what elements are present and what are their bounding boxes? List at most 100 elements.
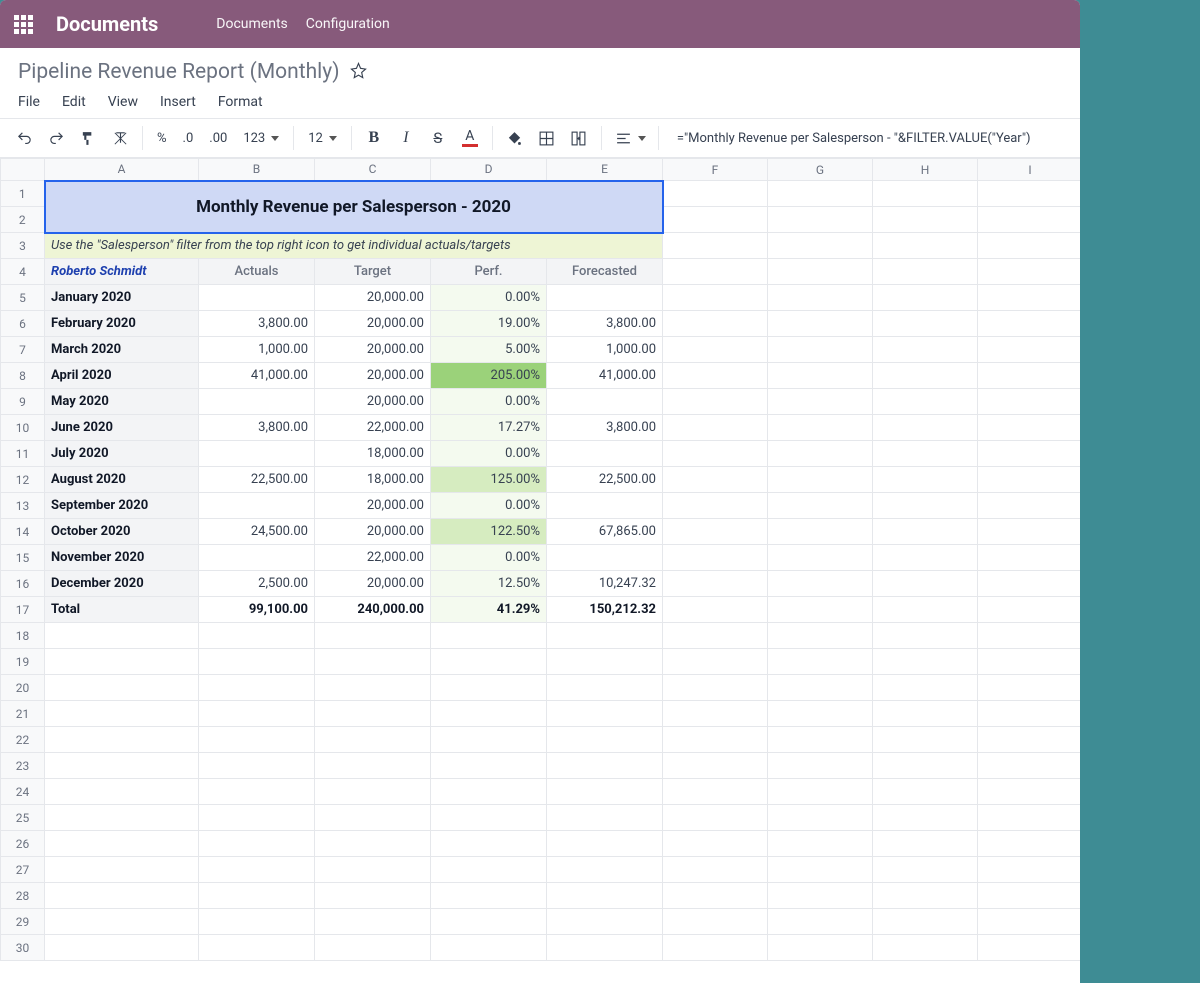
paint-format-icon[interactable]	[74, 123, 102, 153]
cell[interactable]	[873, 831, 978, 857]
row-header[interactable]: 13	[1, 493, 45, 519]
cell[interactable]	[978, 311, 1081, 337]
cell[interactable]	[768, 805, 873, 831]
cell[interactable]	[199, 727, 315, 753]
col-header[interactable]: A	[45, 159, 199, 181]
cell[interactable]: 3,800.00	[199, 311, 315, 337]
cell[interactable]: 22,000.00	[315, 545, 431, 571]
cell[interactable]	[768, 233, 873, 259]
cell[interactable]	[768, 909, 873, 935]
cell[interactable]: 18,000.00	[315, 467, 431, 493]
text-color-icon[interactable]: A	[456, 123, 484, 153]
cell[interactable]	[199, 285, 315, 311]
row-header[interactable]: 6	[1, 311, 45, 337]
cell[interactable]	[663, 753, 768, 779]
cell[interactable]	[978, 805, 1081, 831]
menu-edit[interactable]: Edit	[62, 94, 86, 110]
borders-icon[interactable]	[533, 123, 561, 153]
cell[interactable]	[45, 935, 199, 961]
decrease-decimal-button[interactable]: .0	[177, 131, 200, 146]
cell[interactable]	[978, 467, 1081, 493]
cell[interactable]	[547, 805, 663, 831]
corner-cell[interactable]	[1, 159, 45, 181]
cell[interactable]	[978, 285, 1081, 311]
cell[interactable]	[768, 285, 873, 311]
cell[interactable]	[315, 857, 431, 883]
cell[interactable]	[873, 441, 978, 467]
cell[interactable]	[547, 545, 663, 571]
cell[interactable]: 41,000.00	[199, 363, 315, 389]
cell[interactable]: 41.29%	[431, 597, 547, 623]
cell[interactable]: 150,212.32	[547, 597, 663, 623]
cell[interactable]	[873, 415, 978, 441]
cell[interactable]	[663, 207, 768, 233]
row-header[interactable]: 16	[1, 571, 45, 597]
cell[interactable]: Perf.	[431, 259, 547, 285]
cell[interactable]	[199, 753, 315, 779]
cell[interactable]: 240,000.00	[315, 597, 431, 623]
cell[interactable]	[978, 545, 1081, 571]
cell[interactable]	[199, 935, 315, 961]
cell[interactable]	[978, 389, 1081, 415]
cell[interactable]	[978, 337, 1081, 363]
cell[interactable]	[199, 831, 315, 857]
cell[interactable]	[768, 623, 873, 649]
cell[interactable]: 10,247.32	[547, 571, 663, 597]
cell[interactable]	[873, 259, 978, 285]
cell[interactable]	[978, 883, 1081, 909]
cell[interactable]	[978, 441, 1081, 467]
cell[interactable]: Roberto Schmidt	[45, 259, 199, 285]
italic-icon[interactable]: I	[392, 123, 420, 153]
cell[interactable]	[768, 597, 873, 623]
cell[interactable]	[547, 389, 663, 415]
cell[interactable]	[547, 831, 663, 857]
cell[interactable]: 20,000.00	[315, 389, 431, 415]
cell[interactable]	[768, 181, 873, 207]
cell[interactable]: Target	[315, 259, 431, 285]
cell[interactable]	[768, 493, 873, 519]
cell[interactable]: June 2020	[45, 415, 199, 441]
cell[interactable]	[45, 831, 199, 857]
cell[interactable]: 1,000.00	[199, 337, 315, 363]
cell[interactable]	[873, 285, 978, 311]
cell[interactable]	[873, 311, 978, 337]
cell[interactable]	[199, 675, 315, 701]
cell[interactable]	[663, 649, 768, 675]
cell[interactable]	[768, 467, 873, 493]
row-header[interactable]: 18	[1, 623, 45, 649]
cell[interactable]	[431, 753, 547, 779]
cell[interactable]	[663, 805, 768, 831]
cell[interactable]	[431, 623, 547, 649]
menu-insert[interactable]: Insert	[160, 94, 196, 110]
cell[interactable]	[873, 467, 978, 493]
cell[interactable]	[663, 675, 768, 701]
row-header[interactable]: 5	[1, 285, 45, 311]
row-header[interactable]: 29	[1, 909, 45, 935]
cell[interactable]	[315, 935, 431, 961]
cell[interactable]	[978, 649, 1081, 675]
cell[interactable]	[663, 909, 768, 935]
cell[interactable]	[768, 311, 873, 337]
cell[interactable]	[768, 519, 873, 545]
cell[interactable]	[663, 727, 768, 753]
cell[interactable]	[663, 181, 768, 207]
cell[interactable]	[873, 805, 978, 831]
cell[interactable]	[873, 675, 978, 701]
cell[interactable]: May 2020	[45, 389, 199, 415]
nav-link-documents[interactable]: Documents	[216, 16, 287, 32]
cell[interactable]	[45, 805, 199, 831]
cell[interactable]	[431, 935, 547, 961]
cell[interactable]: 20,000.00	[315, 493, 431, 519]
cell[interactable]	[315, 623, 431, 649]
cell[interactable]	[663, 311, 768, 337]
col-header[interactable]: D	[431, 159, 547, 181]
cell[interactable]: 3,800.00	[547, 415, 663, 441]
cell[interactable]	[199, 441, 315, 467]
cell[interactable]	[199, 493, 315, 519]
cell[interactable]	[768, 363, 873, 389]
redo-icon[interactable]	[42, 123, 70, 153]
cell[interactable]	[663, 883, 768, 909]
row-header[interactable]: 25	[1, 805, 45, 831]
col-header[interactable]: F	[663, 159, 768, 181]
cell[interactable]	[768, 649, 873, 675]
